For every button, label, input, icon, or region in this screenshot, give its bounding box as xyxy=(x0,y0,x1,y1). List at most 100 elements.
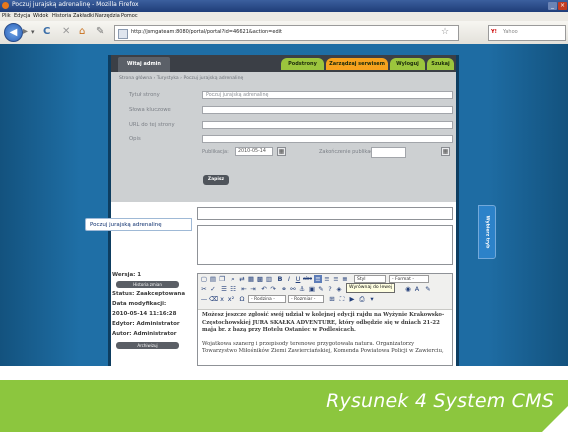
page-shadow-left xyxy=(108,55,111,366)
back-arrow-icon[interactable]: ◀ xyxy=(4,23,23,42)
page-properties-form: Strona główna › Turystyka › Poczuj juraj… xyxy=(111,72,456,202)
format-select[interactable]: - Format - xyxy=(389,275,429,283)
paste-word-icon[interactable]: ▩ xyxy=(256,275,264,283)
bookmark-star-icon[interactable]: ☆ xyxy=(441,27,449,37)
cut-icon[interactable]: ✂ xyxy=(200,285,208,293)
menu-edit[interactable]: Edycja xyxy=(14,13,31,19)
minimize-button[interactable]: _ xyxy=(548,2,557,10)
tab-subpages[interactable]: Podstrony xyxy=(281,58,324,70)
menu-help[interactable]: Pomoc xyxy=(121,13,138,19)
find-icon[interactable]: ⌕ xyxy=(229,275,237,283)
bold-icon[interactable]: B xyxy=(276,275,284,283)
menu-tools[interactable]: Narzędzia xyxy=(95,13,120,19)
calendar-icon[interactable]: ▦ xyxy=(441,147,450,156)
content-intro-field[interactable] xyxy=(197,225,453,265)
menu-file[interactable]: Plik xyxy=(2,13,11,19)
stop-icon[interactable]: ✕ xyxy=(62,26,70,38)
redo-icon[interactable]: ↷ xyxy=(269,285,277,293)
tab-search[interactable]: Szukaj xyxy=(427,58,454,70)
italic-icon[interactable]: I xyxy=(285,275,293,283)
rich-text-editor[interactable]: ▢ ▤ ❐ ⌕ ⇄ ▦ ▩ ▥ B I U abc ≡ ≡ ≡ ≣ Styl -… xyxy=(197,273,453,366)
tab-logout[interactable]: Wyloguj xyxy=(390,58,425,70)
style-select[interactable]: Styl xyxy=(354,275,386,283)
paste-text-icon[interactable]: ▥ xyxy=(265,275,273,283)
url-bar[interactable]: http://jsmgateam:8080/portal/portal?id=4… xyxy=(114,25,459,41)
version-label: Wersja: 1 xyxy=(112,272,142,278)
breadcrumb[interactable]: Strona główna › Turystyka › Poczuj juraj… xyxy=(119,76,243,81)
indent-icon[interactable]: ⇥ xyxy=(249,285,257,293)
table-icon[interactable]: ⊞ xyxy=(328,295,336,303)
url-input[interactable] xyxy=(202,121,453,129)
menu-view[interactable]: Widok xyxy=(33,13,48,19)
search-bar[interactable]: Y! Yahoo xyxy=(488,25,566,41)
outdent-icon[interactable]: ⇤ xyxy=(240,285,248,293)
end-publication-input[interactable] xyxy=(371,147,406,158)
publication-date-input[interactable]: 2010-05-14 xyxy=(235,147,273,156)
text-color-icon[interactable]: A xyxy=(413,285,421,293)
media-icon[interactable]: ▶ xyxy=(348,295,356,303)
copy-icon[interactable]: ❐ xyxy=(218,275,226,283)
align-left-tooltip: Wyrównaj do lewej xyxy=(346,283,396,293)
preview-icon[interactable]: ◉ xyxy=(404,285,412,293)
tab-manage-site[interactable]: Zarządzaj serwisem xyxy=(326,58,388,70)
subscript-icon[interactable]: x xyxy=(218,295,226,303)
content-title-field[interactable] xyxy=(197,207,453,220)
mode-side-tab[interactable]: Wybierz tryb xyxy=(478,205,496,259)
page-shadow-right xyxy=(456,55,459,366)
menu-bookmarks[interactable]: Zakładki xyxy=(73,13,94,19)
description-input[interactable] xyxy=(202,135,453,143)
align-left-icon[interactable]: ≡ xyxy=(314,275,322,283)
align-justify-icon[interactable]: ≣ xyxy=(341,275,349,283)
forward-arrow-icon[interactable]: ▸ xyxy=(23,26,28,38)
menu-history[interactable]: Historia xyxy=(52,13,71,19)
reload-icon[interactable]: C xyxy=(43,26,50,38)
numbered-list-icon[interactable]: ☷ xyxy=(229,285,237,293)
editor-body[interactable]: Możesz jeszcze zgłosić swój udział w kol… xyxy=(202,312,448,356)
background-color-icon[interactable]: ✎ xyxy=(424,285,432,293)
print-icon[interactable]: ⎙ xyxy=(358,295,366,303)
align-right-icon[interactable]: ≡ xyxy=(332,275,340,283)
html-source-icon[interactable]: ◈ xyxy=(335,285,343,293)
yahoo-icon[interactable]: Y! xyxy=(491,29,497,35)
page-title-input[interactable]: Poczuj jurajską adrenalinę xyxy=(202,91,453,99)
save-button[interactable]: Zapisz xyxy=(203,175,229,185)
font-family-select[interactable]: - Rodzina - xyxy=(248,295,286,303)
special-char-icon[interactable]: Ω xyxy=(238,295,246,303)
url-text: http://jsmgateam:8080/portal/portal?id=4… xyxy=(131,29,282,35)
anchor-icon[interactable]: ⚓ xyxy=(298,285,306,293)
floating-page-title[interactable]: Poczuj jurajską adrenalinę xyxy=(85,218,192,231)
keywords-input[interactable] xyxy=(202,106,453,114)
align-center-icon[interactable]: ≡ xyxy=(323,275,331,283)
undo-icon[interactable]: ↶ xyxy=(260,285,268,293)
bookmark-icon[interactable]: ✎ xyxy=(96,26,104,38)
unlink-icon[interactable]: ⚯ xyxy=(289,285,297,293)
link-icon[interactable]: ⚭ xyxy=(280,285,288,293)
image-icon[interactable]: ▣ xyxy=(308,285,316,293)
horizontal-rule-icon[interactable]: — xyxy=(200,295,208,303)
more-tools-icon[interactable]: ▾ xyxy=(368,295,376,303)
paste-icon[interactable]: ▦ xyxy=(247,275,255,283)
cleanup-icon[interactable]: ✎ xyxy=(317,285,325,293)
editor-paragraph: Wojatkowa szanerg i przepisody terenowe … xyxy=(202,340,444,355)
fullscreen-icon[interactable]: ⛶ xyxy=(338,295,346,303)
history-button[interactable]: Historia zmian xyxy=(116,281,179,288)
tab-welcome[interactable]: Witaj admin xyxy=(118,57,170,72)
save-icon[interactable]: ▤ xyxy=(209,275,217,283)
page-title-label: Tytuł strony xyxy=(129,92,160,98)
help-icon[interactable]: ? xyxy=(326,285,334,293)
history-dropdown-icon[interactable]: ▾ xyxy=(31,26,35,38)
new-document-icon[interactable]: ▢ xyxy=(200,275,208,283)
description-label: Opis xyxy=(129,136,141,142)
remove-format-icon[interactable]: ⌫ xyxy=(209,295,218,303)
home-icon[interactable]: ⌂ xyxy=(79,26,85,38)
superscript-icon[interactable]: x² xyxy=(227,295,235,303)
spellcheck-icon[interactable]: ✓ xyxy=(209,285,217,293)
archive-button[interactable]: Archiwizuj xyxy=(116,342,179,349)
bullet-list-icon[interactable]: ☰ xyxy=(220,285,228,293)
close-button[interactable]: × xyxy=(558,2,567,10)
replace-icon[interactable]: ⇄ xyxy=(238,275,246,283)
underline-icon[interactable]: U xyxy=(294,275,302,283)
strikethrough-icon[interactable]: abc xyxy=(303,275,312,283)
calendar-icon[interactable]: ▦ xyxy=(277,147,286,156)
font-size-select[interactable]: - Rozmiar - xyxy=(288,295,324,303)
